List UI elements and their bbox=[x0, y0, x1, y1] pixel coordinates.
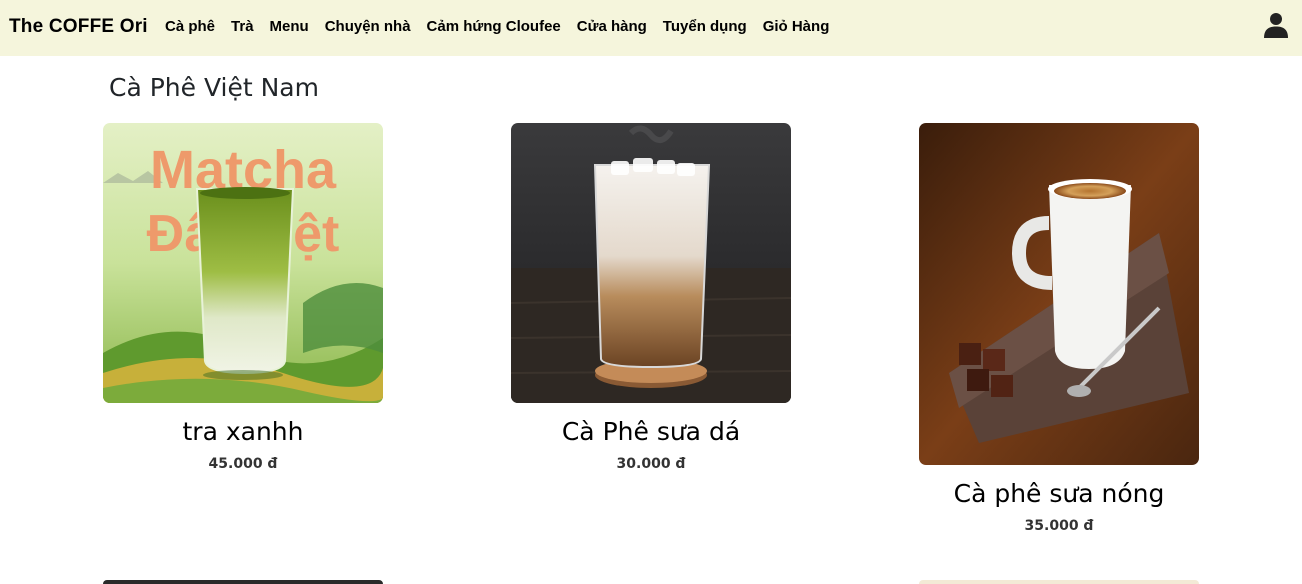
product-price: 30.000 đ bbox=[616, 456, 686, 472]
next-row-card-preview bbox=[919, 580, 1199, 584]
product-image-hot-coffee[interactable] bbox=[919, 123, 1199, 465]
product-card[interactable]: Matcha Đất Việt tra xanhh 45.000 đ bbox=[103, 123, 383, 472]
user-account-icon[interactable] bbox=[1264, 12, 1288, 38]
product-card[interactable]: Cà Phê sưa dá 30.000 đ bbox=[511, 123, 791, 472]
product-image-matcha[interactable]: Matcha Đất Việt bbox=[103, 123, 383, 403]
nav-link-menu[interactable]: Menu bbox=[270, 18, 309, 35]
nav-link-cam-hung[interactable]: Cảm hứng Cloufee bbox=[427, 18, 561, 35]
section-title: Cà Phê Việt Nam bbox=[109, 73, 319, 102]
nav-link-tra[interactable]: Trà bbox=[231, 18, 254, 35]
product-price: 35.000 đ bbox=[1024, 518, 1094, 534]
product-name[interactable]: Cà phê sưa nóng bbox=[919, 479, 1199, 508]
product-name[interactable]: tra xanhh bbox=[103, 417, 383, 446]
nav-link-chuyen-nha[interactable]: Chuyện nhà bbox=[325, 18, 411, 35]
nav-links: Cà phê Trà Menu Chuyện nhà Cảm hứng Clou… bbox=[165, 18, 829, 35]
product-image-iced-coffee[interactable] bbox=[511, 123, 791, 403]
next-row-card-preview bbox=[103, 580, 383, 584]
nav-link-tuyen-dung[interactable]: Tuyển dụng bbox=[663, 18, 747, 35]
product-name[interactable]: Cà Phê sưa dá bbox=[511, 417, 791, 446]
nav-link-cua-hang[interactable]: Cửa hàng bbox=[577, 18, 647, 35]
product-card[interactable]: Cà phê sưa nóng 35.000 đ bbox=[919, 123, 1199, 534]
nav-link-gio-hang[interactable]: Giỏ Hàng bbox=[763, 18, 830, 35]
brand-logo-link[interactable]: The COFFE Ori bbox=[9, 16, 148, 38]
product-price: 45.000 đ bbox=[208, 456, 278, 472]
top-navbar: The COFFE Ori Cà phê Trà Menu Chuyện nhà… bbox=[0, 0, 1302, 56]
nav-link-ca-phe[interactable]: Cà phê bbox=[165, 18, 215, 35]
